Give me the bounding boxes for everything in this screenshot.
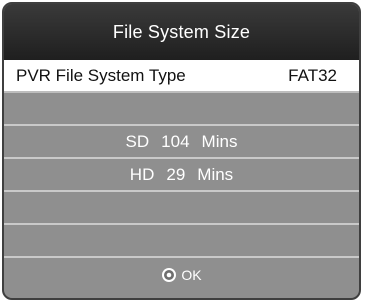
pvr-type-value: FAT32 <box>288 65 337 85</box>
hd-row: HD 29 Mins <box>4 159 359 192</box>
sd-row: SD 104 Mins <box>4 126 359 159</box>
empty-row <box>4 225 359 258</box>
pvr-type-label: PVR File System Type <box>16 65 186 85</box>
pvr-file-system-type-row[interactable]: PVR File System Type FAT32 <box>4 60 359 93</box>
hd-unit: Mins <box>197 164 234 184</box>
info-list: PVR File System Type FAT32 SD 104 Mins H… <box>4 60 359 291</box>
empty-row <box>4 192 359 225</box>
sd-value: 104 <box>161 131 190 151</box>
ok-circle-icon <box>161 267 177 283</box>
sd-label: SD <box>125 131 150 151</box>
ok-row: OK <box>4 258 359 291</box>
file-system-size-dialog: File System Size PVR File System Type FA… <box>2 2 361 300</box>
empty-row <box>4 93 359 126</box>
ok-button[interactable]: OK <box>161 266 202 283</box>
dialog-title: File System Size <box>112 21 251 42</box>
hd-value: 29 <box>166 164 186 184</box>
hd-label: HD <box>129 164 155 184</box>
title-bar: File System Size <box>4 4 359 60</box>
sd-unit: Mins <box>201 131 238 151</box>
ok-label: OK <box>181 266 202 283</box>
